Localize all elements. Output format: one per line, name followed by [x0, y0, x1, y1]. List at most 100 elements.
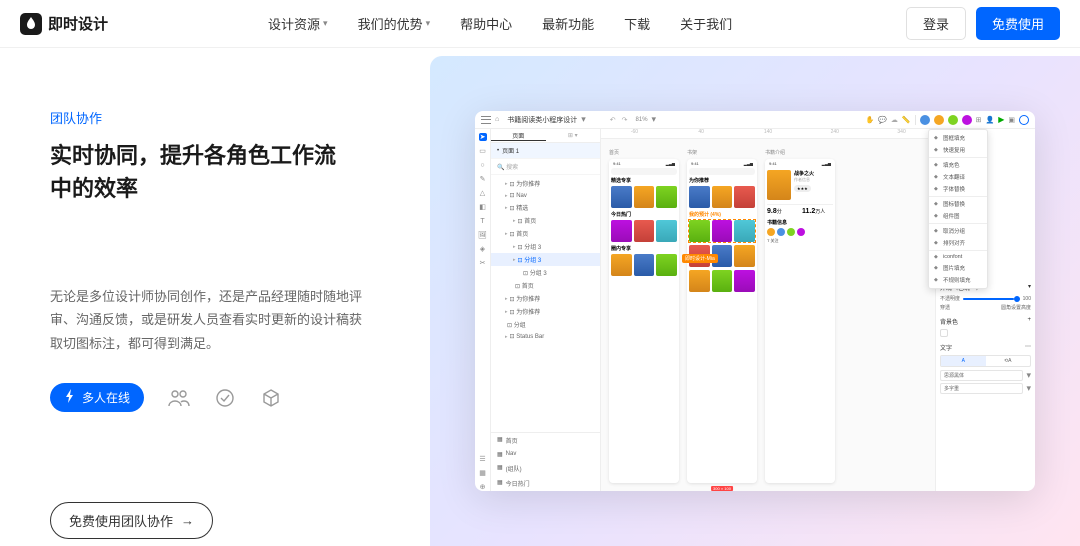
more-icon[interactable]: ⋯: [1025, 343, 1031, 352]
artboard-home[interactable]: 首页 9:41▂▃▅ 精选专享 今日热门 圈内专享: [609, 159, 679, 483]
layer-item[interactable]: ▸⊡ Nav: [491, 190, 600, 201]
layer-item[interactable]: ⊡ 首页: [491, 279, 600, 292]
opacity-slider[interactable]: [963, 298, 1020, 300]
layer-item[interactable]: ▸⊡ 分组 3: [491, 240, 600, 253]
artboard-shelf[interactable]: 书架 9:41▂▃▅ 为你推荐 我的预计 (4%) 即时设计-Mia 300 ×…: [687, 159, 757, 483]
layer-item[interactable]: ▸⊡ 为你推荐: [491, 305, 600, 318]
hamburger-icon[interactable]: [481, 116, 491, 124]
chevron-down-icon[interactable]: ▾: [1028, 283, 1031, 292]
headline: 实时协同，提升各角色工作流中的效率: [50, 139, 350, 205]
canvas[interactable]: -6040140240340 首页 9:41▂▃▅ 精选专享 今日热门 圈内专享: [601, 129, 935, 491]
avatar[interactable]: [920, 115, 930, 125]
cube-icon[interactable]: [260, 387, 282, 409]
header-actions: 登录 免费使用: [906, 7, 1060, 40]
layer-item[interactable]: ▦今日热门: [491, 476, 600, 491]
chevron-down-icon[interactable]: ▾: [652, 114, 657, 125]
frame-tool-icon[interactable]: ▭: [479, 147, 487, 155]
nav-resources[interactable]: 设计资源▾: [268, 14, 328, 33]
component-tool-icon[interactable]: ◈: [479, 245, 487, 253]
menu-item[interactable]: ◆图片填充: [929, 262, 987, 274]
slice-tool-icon[interactable]: ✂: [479, 259, 487, 267]
layer-item[interactable]: ▸⊡ 分组 3: [491, 253, 600, 266]
menu-item[interactable]: ◆iconfont: [929, 252, 987, 262]
check-circle-icon[interactable]: [214, 387, 236, 409]
shape-tool-icon[interactable]: ○: [479, 161, 487, 169]
present-icon[interactable]: ▣: [1008, 116, 1015, 124]
comments-icon[interactable]: ⊕: [479, 483, 487, 491]
redo-icon[interactable]: ↷: [622, 116, 628, 124]
layers-icon[interactable]: ☰: [479, 455, 487, 463]
editor-window: ⌂ 书籍阅读类小程序设计 ▾ ↶ ↷ 81% ▾ ✋ 💬 ☁ 📏: [475, 111, 1035, 491]
user-icon[interactable]: 👤: [986, 116, 995, 124]
layer-item[interactable]: ▦首页: [491, 433, 600, 448]
text-tool-icon[interactable]: T: [479, 217, 487, 225]
plus-icon[interactable]: +: [1027, 317, 1031, 326]
assets-icon[interactable]: ▦: [479, 469, 487, 477]
pen-tool-icon[interactable]: ✎: [479, 175, 487, 183]
zoom-level[interactable]: 81%: [636, 117, 648, 123]
cta-button[interactable]: 免费使用团队协作 →: [50, 502, 213, 539]
menu-item[interactable]: ◆不规则填充: [929, 274, 987, 286]
nav-help[interactable]: 帮助中心: [460, 14, 512, 33]
cloud-icon[interactable]: ☁: [891, 116, 898, 124]
undo-icon[interactable]: ↶: [610, 116, 616, 124]
view-tools: ↶ ↷: [610, 116, 628, 124]
share-button[interactable]: [1019, 115, 1029, 125]
layer-item[interactable]: ▸⊡ 为你推荐: [491, 177, 600, 190]
layer-bottom: ▦首页▦Nav▦(组队)▦今日热门: [491, 432, 600, 491]
image-tool-icon[interactable]: 🖼: [479, 231, 487, 239]
home-icon[interactable]: ⌂: [495, 116, 499, 123]
play-icon[interactable]: ▶: [998, 115, 1004, 124]
hand-icon[interactable]: ✋: [865, 116, 874, 124]
layer-item[interactable]: ▦Nav: [491, 448, 600, 461]
layer-item[interactable]: ⊡ 分组: [491, 318, 600, 331]
boolean-tool-icon[interactable]: ◧: [479, 203, 487, 211]
artboard-detail[interactable]: 书籍介绍 9:41▂▃▅ 战争之火 作者信息 ★★★ 9.8分: [765, 159, 835, 483]
menu-item[interactable]: ◆组件图: [929, 210, 987, 222]
nav-advantages[interactable]: 我们的优势▾: [358, 14, 431, 33]
users-icon[interactable]: [168, 387, 190, 409]
hero-copy: 团队协作 实时协同，提升各角色工作流中的效率 无论是多位设计师协同创作，还是产品…: [0, 48, 430, 546]
plugin-icon[interactable]: ⊞: [976, 116, 982, 124]
tab-pages[interactable]: 页面: [491, 131, 546, 141]
nav-about[interactable]: 关于我们: [680, 14, 732, 33]
layer-item[interactable]: ▸⊡ Status Bar: [491, 331, 600, 342]
comment-icon[interactable]: 💬: [878, 116, 887, 124]
ruler-icon[interactable]: 📏: [902, 116, 911, 124]
signup-button[interactable]: 免费使用: [976, 7, 1060, 40]
left-toolbar: ➤ ▭ ○ ✎ △ ◧ T 🖼 ◈ ✂ ☰ ▦ ⊕: [475, 129, 491, 491]
text-tabs[interactable]: A ⟲A: [940, 355, 1031, 367]
avatar[interactable]: [948, 115, 958, 125]
login-button[interactable]: 登录: [906, 7, 966, 40]
font-select[interactable]: 思源黑体: [940, 370, 1023, 381]
pill-online[interactable]: 多人在线: [50, 383, 144, 412]
layer-item[interactable]: ▦(组队): [491, 461, 600, 476]
menu-item[interactable]: ◆图标替换: [929, 198, 987, 210]
logo[interactable]: 即时设计: [20, 13, 108, 35]
menu-item[interactable]: ◆图框填充: [929, 132, 987, 144]
nav-features[interactable]: 最新功能: [542, 14, 594, 33]
vector-tool-icon[interactable]: △: [479, 189, 487, 197]
menu-item[interactable]: ◆字体替换: [929, 183, 987, 195]
layer-item[interactable]: ⊡ 分组 3: [491, 266, 600, 279]
chevron-down-icon[interactable]: ▾: [581, 114, 586, 125]
color-swatch[interactable]: [940, 329, 948, 337]
menu-item[interactable]: ◆填充色: [929, 159, 987, 171]
avatar[interactable]: [962, 115, 972, 125]
tab-layers[interactable]: ⊞ ▾: [546, 132, 601, 139]
nav-download[interactable]: 下载: [624, 14, 650, 33]
weight-select[interactable]: 多字重: [940, 383, 1023, 394]
menu-item[interactable]: ◆取消分组: [929, 225, 987, 237]
page-row[interactable]: •页面 1: [491, 143, 600, 159]
menu-item[interactable]: ◆文本翻译: [929, 171, 987, 183]
menu-item[interactable]: ◆快速复用: [929, 144, 987, 156]
layer-item[interactable]: ▸⊡ 精选: [491, 201, 600, 214]
menu-item[interactable]: ◆排列对齐: [929, 237, 987, 249]
bolt-icon: [64, 389, 76, 406]
layer-item[interactable]: ▸⊡ 首页: [491, 227, 600, 240]
avatar[interactable]: [934, 115, 944, 125]
layer-search[interactable]: 🔍 搜索: [491, 159, 600, 175]
layer-item[interactable]: ▸⊡ 为你推荐: [491, 292, 600, 305]
layer-item[interactable]: ▸⊡ 首页: [491, 214, 600, 227]
cursor-tool-icon[interactable]: ➤: [479, 133, 487, 141]
